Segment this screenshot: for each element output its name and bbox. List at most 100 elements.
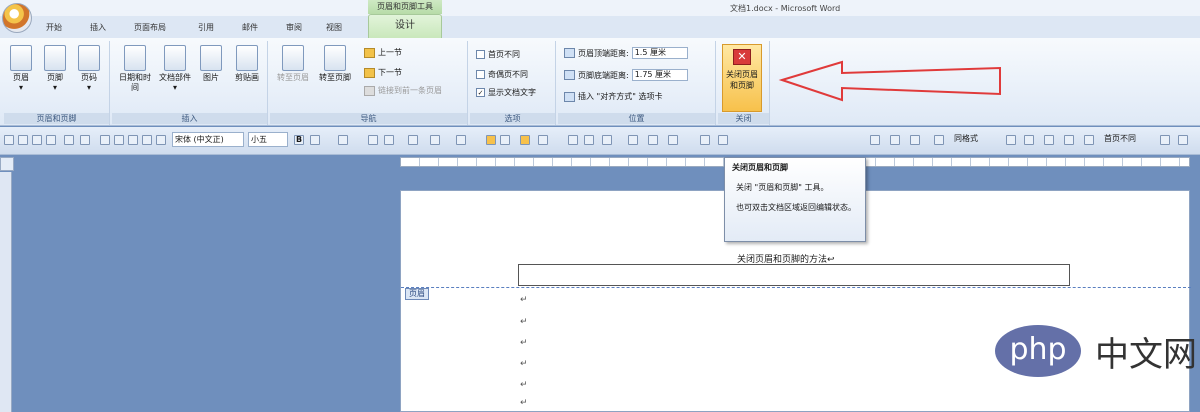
footer-distance-icon bbox=[564, 70, 575, 80]
paste-icon[interactable] bbox=[128, 135, 138, 145]
previous-section-button[interactable]: 上一节 bbox=[364, 47, 402, 58]
group-label: 页眉和页脚 bbox=[4, 113, 109, 124]
goto-footer-button[interactable]: 转至页脚 bbox=[316, 45, 354, 83]
redo-icon[interactable] bbox=[80, 135, 90, 145]
header-top-distance: 页眉顶端距离: 1.5 厘米 bbox=[564, 47, 688, 59]
open-icon[interactable] bbox=[18, 135, 28, 145]
different-first-page-checkbox[interactable]: 首页不同 bbox=[476, 49, 520, 60]
format-painter-icon[interactable] bbox=[142, 135, 152, 145]
italic-icon[interactable] bbox=[310, 135, 320, 145]
research-icon[interactable] bbox=[1024, 135, 1034, 145]
table-icon[interactable] bbox=[628, 135, 638, 145]
undo-icon[interactable] bbox=[64, 135, 74, 145]
zoom-icon[interactable] bbox=[1064, 135, 1074, 145]
tab-page-layout[interactable]: 页面布局 bbox=[134, 22, 166, 33]
quick-parts-icon bbox=[164, 45, 186, 71]
justify-icon[interactable] bbox=[568, 135, 578, 145]
line-spacing-icon[interactable] bbox=[668, 135, 678, 145]
goto-header-icon bbox=[282, 45, 304, 71]
options-icon[interactable] bbox=[1084, 135, 1094, 145]
border-icon[interactable] bbox=[456, 135, 466, 145]
date-time-button[interactable]: 日期和时间 bbox=[116, 45, 154, 93]
next-section-button[interactable]: 下一节 bbox=[364, 67, 402, 78]
overflow-icon[interactable] bbox=[1178, 135, 1188, 145]
tooltip-line: 关闭 "页眉和页脚" 工具。 bbox=[736, 183, 829, 192]
more-icon[interactable] bbox=[1160, 135, 1170, 145]
formatting-toolbar: 宋体 (中文正) 小五 B 同格式 首页不同 bbox=[0, 127, 1200, 155]
footer-bottom-distance: 页脚底端距离: 1.75 厘米 bbox=[564, 69, 688, 81]
spell-check-icon[interactable] bbox=[1006, 135, 1016, 145]
group-label: 导航 bbox=[270, 113, 467, 124]
ribbon: 页眉 ▾ 页脚 ▾ 页码 ▾ 页眉和页脚 日期和时间 文档部件 ▾ 图片 剪贴画 插入 … bbox=[0, 38, 1200, 126]
ruler-corner[interactable] bbox=[0, 157, 14, 171]
tab-design[interactable]: 设计 bbox=[368, 14, 442, 39]
multilevel-icon[interactable] bbox=[430, 135, 440, 145]
first-page-label[interactable]: 首页不同 bbox=[1104, 133, 1136, 144]
window-title: 文档1.docx - Microsoft Word bbox=[730, 4, 841, 13]
header-button[interactable]: 页眉 ▾ bbox=[6, 45, 36, 93]
group-label: 插入 bbox=[112, 113, 267, 124]
footer-button[interactable]: 页脚 ▾ bbox=[40, 45, 70, 93]
shape-icon[interactable] bbox=[718, 135, 728, 145]
goto-header-button[interactable]: 转至页眉 bbox=[274, 45, 312, 83]
tab-insert[interactable]: 插入 bbox=[90, 22, 106, 33]
header-icon bbox=[10, 45, 32, 71]
copy-icon[interactable] bbox=[114, 135, 124, 145]
print-icon[interactable] bbox=[32, 135, 42, 145]
header-distance-input[interactable]: 1.5 厘米 bbox=[631, 47, 688, 59]
save-icon[interactable] bbox=[4, 135, 14, 145]
header-area[interactable] bbox=[518, 264, 1070, 286]
paragraph-mark: ↵ bbox=[520, 317, 528, 327]
font-name-select[interactable]: 宋体 (中文正) bbox=[172, 132, 244, 147]
align-left-icon[interactable] bbox=[500, 135, 510, 145]
group-header-footer: 页眉 ▾ 页脚 ▾ 页码 ▾ 页眉和页脚 bbox=[4, 41, 110, 125]
columns-icon[interactable] bbox=[648, 135, 658, 145]
font-size-select[interactable]: 小五 bbox=[248, 132, 288, 147]
pilcrow-icon[interactable] bbox=[486, 135, 496, 145]
numbering-icon[interactable] bbox=[408, 135, 418, 145]
cut-icon[interactable] bbox=[100, 135, 110, 145]
tab-home[interactable]: 开始 bbox=[46, 22, 62, 33]
textbox-icon[interactable] bbox=[890, 135, 900, 145]
paragraph-mark: ↵ bbox=[520, 338, 528, 348]
quick-parts-button[interactable]: 文档部件 ▾ bbox=[156, 45, 194, 93]
paragraph-mark: ↵ bbox=[520, 295, 528, 305]
align-right-icon[interactable] bbox=[538, 135, 548, 145]
tab-mailings[interactable]: 邮件 bbox=[242, 22, 258, 33]
footer-distance-input[interactable]: 1.75 厘米 bbox=[631, 69, 688, 81]
wordart-icon[interactable] bbox=[910, 135, 920, 145]
tab-references[interactable]: 引用 bbox=[198, 22, 214, 33]
ribbon-tabs: 开始 插入 页面布局 引用 邮件 审阅 视图 bbox=[0, 16, 1200, 39]
header-boundary bbox=[401, 287, 1191, 288]
same-format-label[interactable]: 同格式 bbox=[954, 133, 978, 144]
bold-icon[interactable]: B bbox=[294, 135, 304, 145]
highlight-icon[interactable] bbox=[338, 135, 348, 145]
style-icon[interactable] bbox=[934, 135, 944, 145]
picture-button[interactable]: 图片 bbox=[196, 45, 226, 83]
link-to-previous-button[interactable]: 链接到前一条页眉 bbox=[364, 85, 442, 96]
page-number-button[interactable]: 页码 ▾ bbox=[74, 45, 104, 93]
distribute-icon[interactable] bbox=[584, 135, 594, 145]
shading-icon[interactable] bbox=[700, 135, 710, 145]
undo-icon-2[interactable] bbox=[368, 135, 378, 145]
insert-alignment-tab-button[interactable]: 插入 "对齐方式" 选项卡 bbox=[564, 91, 662, 102]
bullets-icon[interactable] bbox=[384, 135, 394, 145]
drawing-icon[interactable] bbox=[870, 135, 880, 145]
vertical-ruler[interactable] bbox=[0, 172, 12, 412]
text-effect-icon[interactable] bbox=[156, 135, 166, 145]
close-header-footer-button[interactable]: ✕ 关闭页眉和页脚 bbox=[722, 44, 762, 112]
align-center-icon[interactable] bbox=[520, 135, 530, 145]
show-document-text-checkbox[interactable]: ✓ 显示文档文字 bbox=[476, 87, 536, 98]
watermark: php 中文网 bbox=[995, 325, 1197, 377]
find-icon[interactable] bbox=[1044, 135, 1054, 145]
indent-icon[interactable] bbox=[602, 135, 612, 145]
office-button[interactable] bbox=[2, 3, 32, 33]
clip-art-button[interactable]: 剪贴画 bbox=[230, 45, 264, 83]
preview-icon[interactable] bbox=[46, 135, 56, 145]
context-tab-group-label: 页眉和页脚工具 bbox=[368, 0, 442, 14]
tab-view[interactable]: 视图 bbox=[326, 22, 342, 33]
tab-review[interactable]: 审阅 bbox=[286, 22, 302, 33]
different-odd-even-checkbox[interactable]: 奇偶页不同 bbox=[476, 69, 528, 80]
group-insert: 日期和时间 文档部件 ▾ 图片 剪贴画 插入 bbox=[112, 41, 268, 125]
header-tag: 页眉 bbox=[405, 288, 429, 300]
